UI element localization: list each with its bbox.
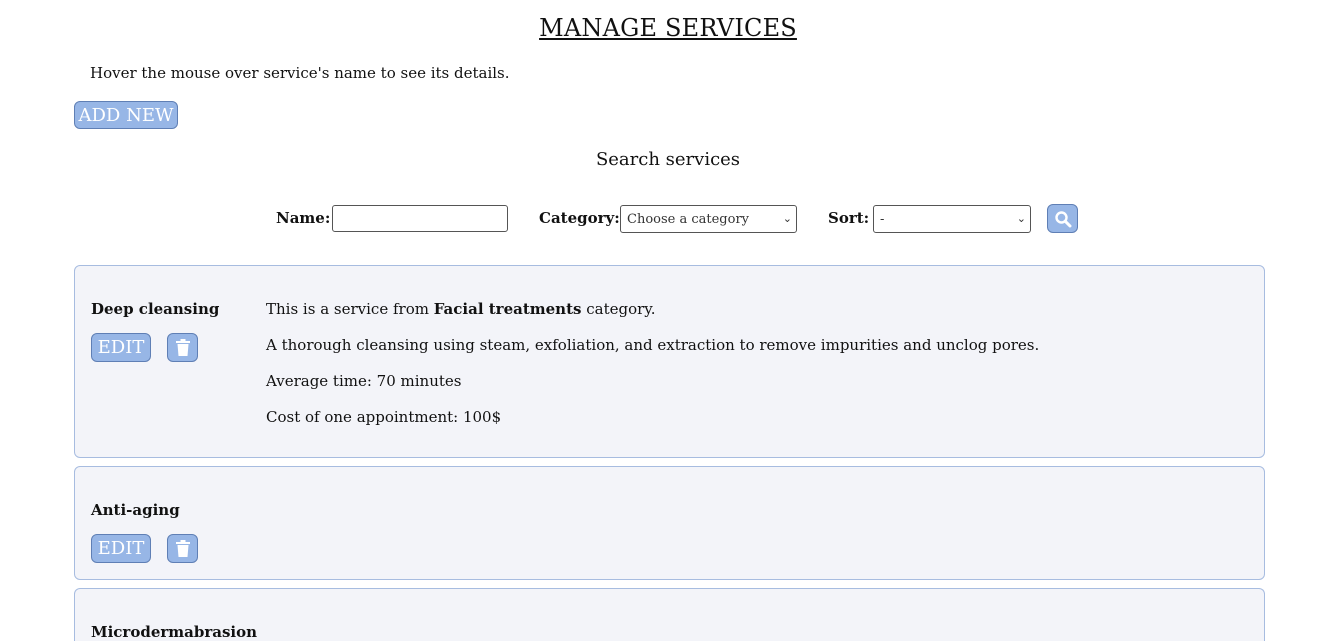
- hover-hint: Hover the mouse over service's name to s…: [90, 64, 510, 82]
- edit-button[interactable]: EDIT: [91, 333, 151, 362]
- sort-select[interactable]: - ⌄: [873, 205, 1031, 233]
- page-title: MANAGE SERVICES: [539, 14, 797, 42]
- trash-icon: [175, 540, 190, 557]
- edit-button[interactable]: EDIT: [91, 534, 151, 563]
- trash-icon: [175, 339, 190, 356]
- chevron-down-icon: ⌄: [1016, 212, 1026, 225]
- service-card: Deep cleansing EDIT This is a service fr…: [74, 265, 1265, 458]
- delete-button[interactable]: [167, 333, 198, 362]
- service-card: Anti-aging EDIT: [74, 466, 1265, 580]
- category-label: Category:: [539, 209, 620, 227]
- search-icon: [1054, 210, 1071, 227]
- service-name[interactable]: Microdermabrasion: [91, 623, 257, 641]
- chevron-down-icon: ⌄: [782, 212, 792, 225]
- service-name[interactable]: Anti-aging: [91, 501, 180, 519]
- service-description: A thorough cleansing using steam, exfoli…: [266, 336, 1040, 354]
- service-category-text: This is a service from Facial treatments…: [266, 300, 656, 318]
- service-card: Microdermabrasion: [74, 588, 1265, 641]
- name-input[interactable]: [332, 205, 508, 232]
- service-cost: Cost of one appointment: 100$: [266, 408, 502, 426]
- name-label: Name:: [276, 209, 331, 227]
- delete-button[interactable]: [167, 534, 198, 563]
- search-button[interactable]: [1047, 204, 1078, 233]
- add-new-button[interactable]: ADD NEW: [74, 101, 178, 129]
- sort-select-value: -: [880, 211, 885, 227]
- service-name[interactable]: Deep cleansing: [91, 300, 219, 318]
- category-select-value: Choose a category: [627, 211, 750, 227]
- service-avg-time: Average time: 70 minutes: [266, 372, 462, 390]
- category-select[interactable]: Choose a category ⌄: [620, 205, 797, 233]
- sort-label: Sort:: [828, 209, 870, 227]
- service-category: Facial treatments: [433, 300, 582, 318]
- search-title: Search services: [595, 149, 741, 170]
